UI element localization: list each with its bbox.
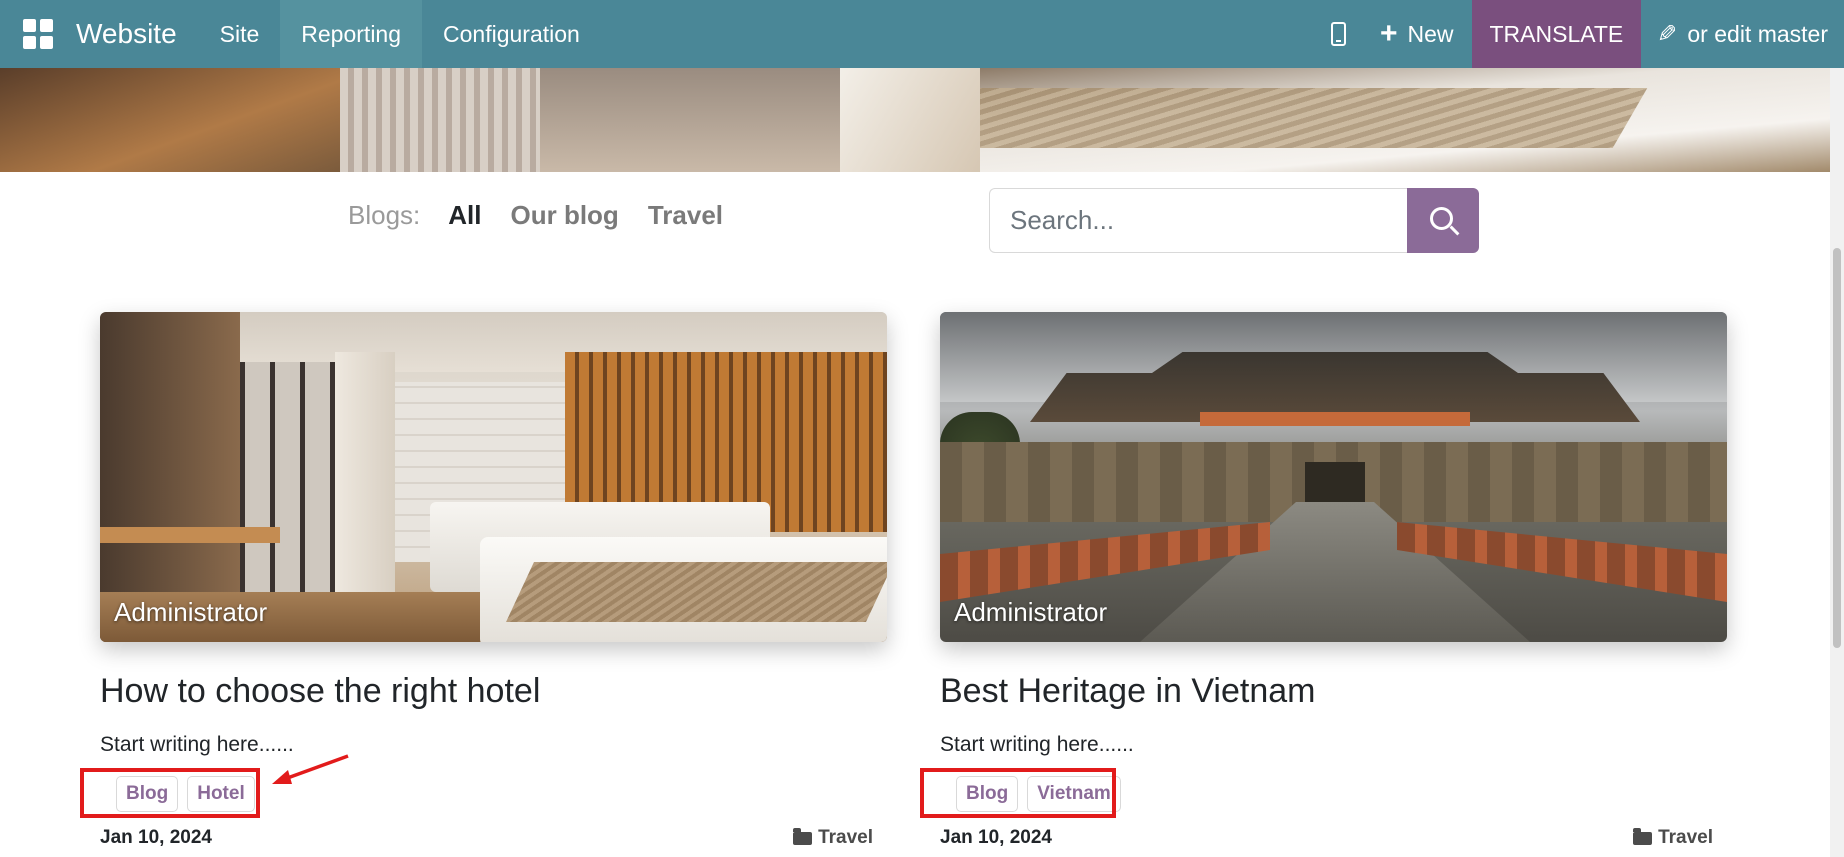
menu-configuration[interactable]: Configuration [422,0,601,68]
search-icon [1429,207,1453,230]
filter-label: Blogs: [348,200,421,230]
top-navbar: Website Site Reporting Configuration + N… [0,0,1844,68]
highlight-box [80,768,260,818]
menu-reporting[interactable]: Reporting [280,0,423,68]
post-author: Administrator [114,597,268,627]
post-title[interactable]: How to choose the right hotel [100,672,887,711]
post-cover-image[interactable]: Administrator [100,312,887,642]
blog-post-card[interactable]: Administrator Best Heritage in Vietnam S… [920,312,1727,849]
folder-icon [1633,827,1653,845]
hero-banner-image [0,68,1830,172]
post-date: Jan 10, 2024 [100,827,212,848]
filter-travel[interactable]: Travel [648,200,723,231]
post-category: Travel [818,827,873,848]
post-teaser: Start writing here...... [940,733,1134,756]
page-scrollbar[interactable] [1830,68,1844,857]
post-cover-image[interactable]: Administrator [940,312,1727,642]
filter-our-blog[interactable]: Our blog [511,200,619,231]
brand-title: Website [76,18,177,49]
scrollbar-thumb[interactable] [1833,248,1841,648]
edit-master-button[interactable]: ✎ or edit master [1641,0,1844,68]
search-button[interactable] [1407,188,1479,253]
apps-grid-icon[interactable] [0,0,76,68]
pencil-icon: ✎ [1657,20,1678,48]
post-category: Travel [1658,827,1713,848]
new-button[interactable]: + New [1368,0,1472,68]
post-meta: Jan 10, 2024 Travel [100,827,887,849]
highlight-box [920,768,1116,818]
search-input[interactable] [989,188,1407,253]
new-label: New [1407,20,1454,47]
post-category-link[interactable]: Travel [1633,827,1713,849]
folder-icon [793,827,813,845]
post-meta: Jan 10, 2024 Travel [940,827,1727,849]
post-tags: Blog Vietnam [920,768,1727,818]
mobile-preview-icon[interactable] [1310,0,1368,68]
filter-all[interactable]: All [448,200,481,231]
search-bar [989,188,1479,253]
post-date: Jan 10, 2024 [940,827,1052,848]
post-author: Administrator [954,597,1108,627]
post-title[interactable]: Best Heritage in Vietnam [940,672,1727,711]
post-tags: Blog Hotel [80,768,887,818]
post-teaser: Start writing here...... [100,733,294,756]
edit-label: or edit master [1687,20,1828,47]
post-category-link[interactable]: Travel [793,827,873,849]
blog-filter: Blogs: All Our blog Travel [348,200,752,231]
blog-post-card[interactable]: Administrator How to choose the right ho… [80,312,887,849]
translate-button[interactable]: TRANSLATE [1471,0,1642,68]
annotation-arrow-icon [272,754,349,784]
plus-icon: + [1379,17,1398,50]
menu-site[interactable]: Site [199,0,281,68]
